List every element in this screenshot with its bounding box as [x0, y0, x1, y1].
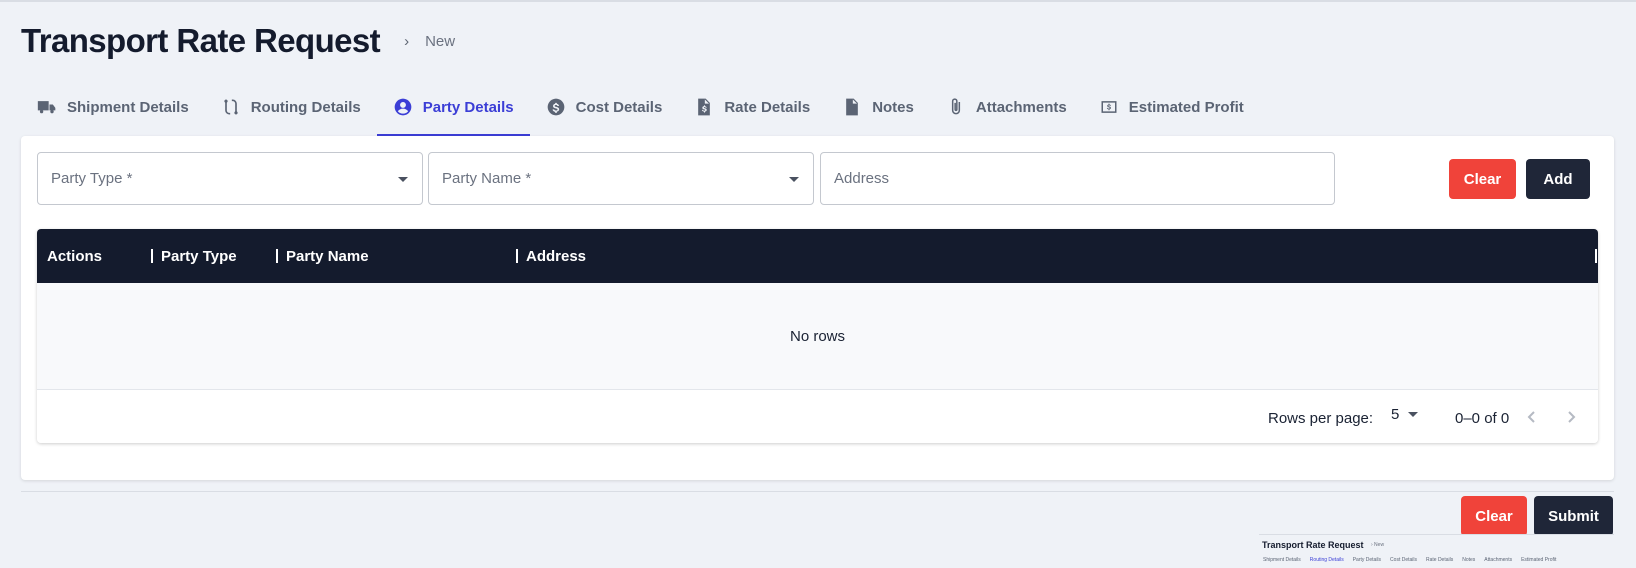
party-name-placeholder: Party Name * — [442, 170, 532, 187]
page-preview-thumbnail: Transport Rate Request › New Shipment De… — [1259, 534, 1614, 568]
previous-page-button[interactable] — [1522, 407, 1542, 427]
footer-divider — [21, 491, 1614, 492]
tab-cost-details[interactable]: Cost Details — [530, 78, 679, 136]
submit-button[interactable]: Submit — [1534, 496, 1613, 536]
chevron-right-icon — [1568, 411, 1576, 423]
tab-attachments[interactable]: Attachments — [930, 78, 1083, 136]
thumbnail-breadcrumb: › New — [1371, 542, 1385, 548]
tab-label: Notes — [872, 98, 914, 116]
rows-per-page-value: 5 — [1391, 406, 1400, 423]
column-header-actions[interactable]: Actions — [47, 229, 102, 283]
thumbnail-tab: Notes — [1462, 557, 1476, 563]
column-header-party-type[interactable]: Party Type — [161, 229, 237, 283]
truck-icon — [37, 101, 56, 114]
table-pagination: Rows per page: 5 0–0 of 0 — [37, 389, 1598, 443]
thumbnail-tab: Rate Details — [1426, 557, 1454, 563]
rows-per-page-select[interactable]: 5 — [1391, 406, 1419, 423]
tab-label: Shipment Details — [67, 98, 189, 116]
address-input[interactable]: Address — [820, 152, 1335, 205]
tab-label: Attachments — [975, 98, 1067, 116]
paperclip-icon — [951, 98, 960, 115]
invoice-dollar-icon — [698, 98, 711, 116]
user-circle-icon — [394, 98, 412, 116]
tab-shipment-details[interactable]: Shipment Details — [21, 78, 205, 136]
address-placeholder: Address — [834, 170, 890, 187]
page-header: Transport Rate Request › New — [21, 22, 455, 60]
tab-label: Cost Details — [575, 98, 663, 116]
clear-form-button[interactable]: Clear — [1461, 496, 1527, 536]
money-bill-icon — [1101, 101, 1117, 113]
add-button[interactable]: Add — [1526, 159, 1590, 199]
thumbnail-tab: Cost Details — [1390, 557, 1417, 563]
dropdown-arrow-icon — [1408, 412, 1419, 417]
tab-routing-details[interactable]: Routing Details — [205, 78, 377, 136]
next-page-button[interactable] — [1561, 407, 1581, 427]
table-header: Actions Party Type Party Name Address — [37, 229, 1598, 283]
thumbnail-tab: Attachments — [1484, 557, 1513, 563]
column-separator[interactable] — [276, 249, 278, 263]
tab-label: Routing Details — [250, 98, 361, 116]
pagination-range: 0–0 of 0 — [1455, 410, 1510, 427]
column-separator[interactable] — [516, 249, 518, 263]
tab-estimated-profit[interactable]: Estimated Profit — [1083, 78, 1260, 136]
top-border — [0, 0, 1636, 2]
breadcrumb-chevron-icon: › — [404, 32, 410, 50]
column-separator[interactable] — [1595, 249, 1597, 263]
tab-rate-details[interactable]: Rate Details — [678, 78, 826, 136]
route-icon — [224, 99, 238, 115]
thumbnail-tab: Shipment Details — [1263, 557, 1301, 563]
column-header-address[interactable]: Address — [526, 229, 586, 283]
tab-bar: Shipment Details Routing Details Party D… — [21, 78, 1260, 136]
column-header-party-name[interactable]: Party Name — [286, 229, 369, 283]
party-details-panel: Party Type * Party Name * Address Clear … — [21, 136, 1614, 480]
rows-per-page-label: Rows per page: — [1268, 410, 1374, 427]
note-icon — [846, 98, 859, 116]
party-type-placeholder: Party Type * — [51, 170, 133, 187]
party-name-select[interactable]: Party Name * — [428, 152, 814, 205]
dollar-circle-icon — [547, 98, 564, 116]
column-separator[interactable] — [151, 249, 153, 263]
thumbnail-tabs: Shipment Details Routing Details Party D… — [1263, 557, 1565, 563]
tab-party-details[interactable]: Party Details — [376, 78, 530, 136]
tab-label: Estimated Profit — [1128, 98, 1244, 116]
breadcrumb-current: New — [425, 32, 456, 50]
chevron-left-icon — [1527, 411, 1535, 423]
thumbnail-tab: Party Details — [1352, 557, 1382, 563]
thumbnail-tab: Routing Details — [1309, 557, 1344, 563]
tab-label: Rate Details — [724, 98, 811, 116]
dropdown-arrow-icon — [398, 177, 408, 182]
party-type-select[interactable]: Party Type * — [37, 152, 423, 205]
page-title: Transport Rate Request — [21, 22, 381, 59]
thumbnail-title: Transport Rate Request — [1262, 540, 1364, 550]
tab-label: Party Details — [422, 98, 514, 116]
empty-state-text: No rows — [789, 327, 845, 345]
party-table: Actions Party Type Party Name Address No… — [37, 229, 1598, 443]
clear-button[interactable]: Clear — [1449, 159, 1516, 199]
dropdown-arrow-icon — [789, 177, 799, 182]
table-body: No rows — [37, 283, 1598, 389]
thumbnail-tab: Estimated Profit — [1521, 557, 1557, 563]
tab-notes[interactable]: Notes — [826, 78, 930, 136]
